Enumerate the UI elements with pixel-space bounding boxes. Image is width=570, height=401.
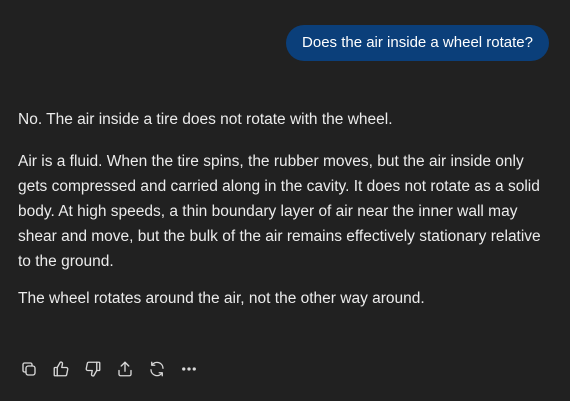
copy-icon: [22, 362, 36, 376]
assistant-paragraph: Air is a fluid. When the tire spins, the…: [18, 153, 541, 270]
message-actions-bar: [18, 358, 210, 380]
regenerate-button[interactable]: [146, 358, 168, 380]
share-icon: [118, 361, 132, 377]
assistant-paragraph: The wheel rotates around the air, not th…: [18, 290, 425, 307]
thumbs-up-button[interactable]: [50, 358, 72, 380]
thumbs-down-button[interactable]: [82, 358, 104, 380]
user-message-row: Does the air inside a wheel rotate?: [286, 25, 549, 61]
copy-button[interactable]: [18, 358, 40, 380]
user-message-bubble: Does the air inside a wheel rotate?: [286, 25, 549, 61]
assistant-paragraph: No. The air inside a tire does not rotat…: [18, 111, 393, 128]
share-button[interactable]: [114, 358, 136, 380]
more-options-button[interactable]: [178, 358, 200, 380]
chat-thread: Does the air inside a wheel rotate? No. …: [0, 0, 570, 401]
thumbs-up-icon: [53, 361, 69, 377]
assistant-message: No. The air inside a tire does not rotat…: [18, 107, 548, 323]
thumbs-down-icon: [85, 361, 101, 377]
more-icon: [182, 367, 196, 371]
regenerate-icon: [150, 361, 164, 377]
